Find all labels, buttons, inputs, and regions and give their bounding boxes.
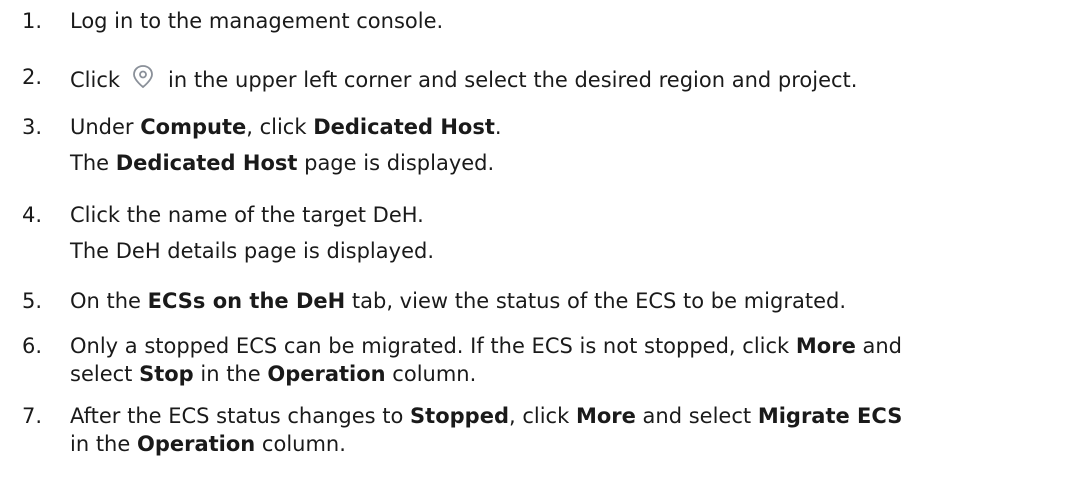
step-text: Only a stopped ECS can be migrated. If t… [70,334,903,386]
step-result: The DeH details page is displayed. [70,239,434,263]
ui-term: Operation [267,362,386,386]
ui-term: More [575,404,636,428]
step-number: 2. [22,65,43,89]
ui-term: Stop [139,362,194,386]
ui-term: Operation [136,432,256,456]
procedure-steps: 1. Log in to the management console. 2. … [0,0,1082,477]
ui-term: Stopped [410,404,509,428]
ui-term: Dedicated Host [313,115,495,139]
step-text: On the ECSs on the DeH tab, view the sta… [70,289,847,313]
ui-term: More [795,334,856,358]
ui-term: Migrate ECS [757,404,903,428]
step-text: Log in to the management console. [70,9,444,33]
location-pin-icon [124,63,162,89]
step-number: 4. [22,203,43,227]
step-text: Click in the upper left corner and selec… [70,63,1070,94]
step-result: The Dedicated Host page is displayed. [70,151,495,175]
step-number: 1. [22,9,43,33]
step-number: 3. [22,115,43,139]
ui-term: Compute [140,115,247,139]
step-number: 6. [22,334,43,358]
step-text: Click the name of the target DeH. [70,203,424,227]
step-text: After the ECS status changes to Stopped,… [70,404,903,456]
step-number: 7. [22,404,43,428]
step-number: 5. [22,289,43,313]
ui-term: Dedicated Host [115,151,298,175]
ui-term: ECSs on the DeH [147,289,346,313]
step-text: Under Compute, click Dedicated Host. [70,115,502,139]
